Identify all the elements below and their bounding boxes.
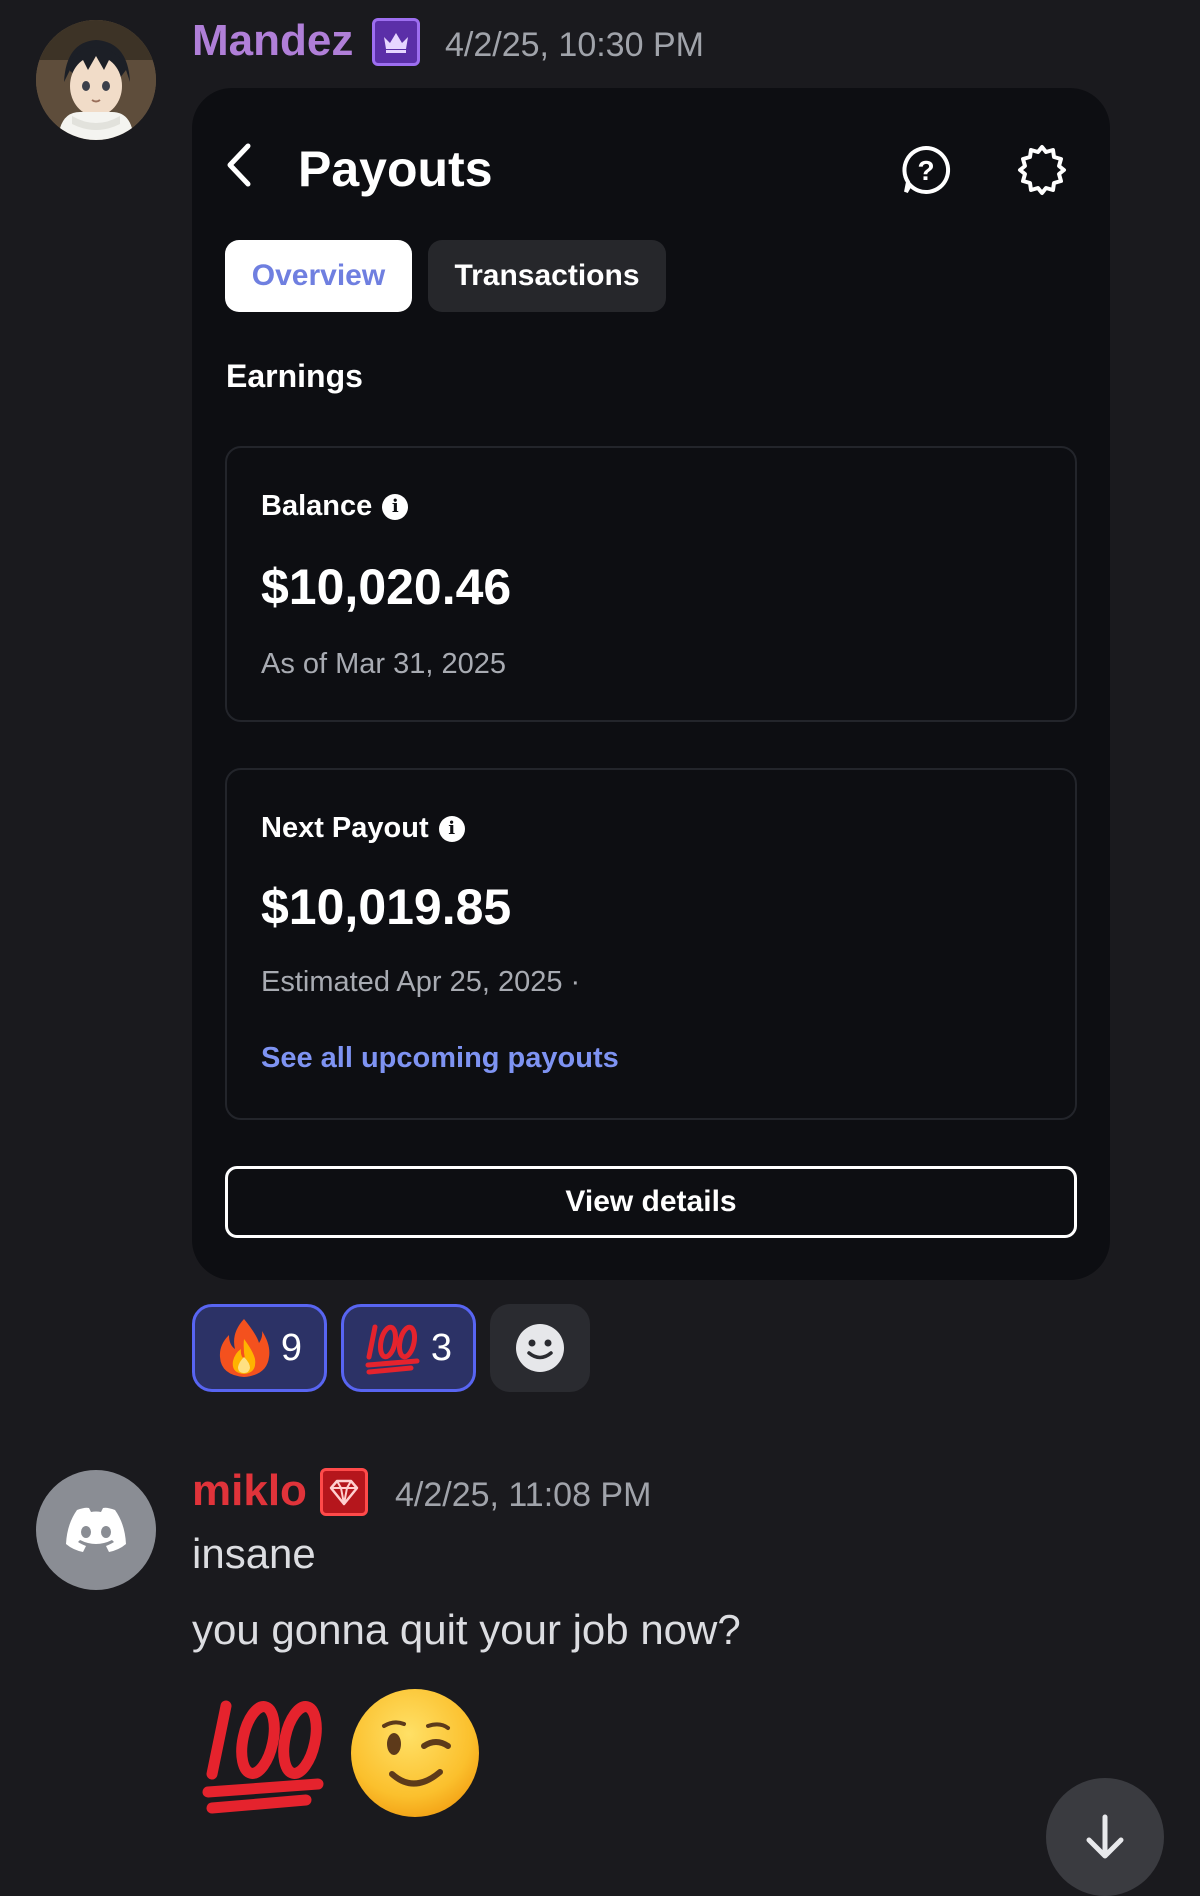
message-text: you gonna quit your job now? (192, 1606, 741, 1653)
balance-label-row: Balance i (261, 490, 409, 523)
reaction-count: 3 (430, 1326, 453, 1369)
arrow-down-icon (1086, 1814, 1124, 1859)
svg-text:?: ? (917, 155, 934, 186)
section-heading: Earnings (226, 358, 363, 394)
balance-date: As of Mar 31, 2025 (261, 648, 507, 680)
next-payout-amount: $10,019.85 (261, 879, 512, 935)
scroll-to-bottom-button[interactable] (1046, 1778, 1164, 1896)
fire-emoji (219, 1319, 270, 1377)
discord-logo-icon (66, 1507, 126, 1552)
info-icon[interactable]: i (382, 493, 409, 520)
hundred-points-emoji (365, 1324, 420, 1375)
crown-icon (372, 18, 420, 66)
avatar-miklo[interactable] (36, 1470, 156, 1590)
reaction-count: 9 (280, 1326, 303, 1369)
next-payout-label-row: Next Payout i (261, 812, 465, 845)
gem-icon (320, 1468, 368, 1516)
hundred-points-emoji (200, 1686, 330, 1816)
tab-overview[interactable]: Overview (225, 240, 412, 312)
tab-transactions[interactable]: Transactions (428, 240, 666, 312)
username[interactable]: Mandez (192, 16, 353, 66)
see-upcoming-payouts-link[interactable]: See all upcoming payouts (261, 1042, 619, 1075)
view-details-button[interactable]: View details (225, 1166, 1077, 1238)
balance-amount: $10,020.46 (261, 559, 512, 615)
avatar-mandez[interactable] (36, 20, 156, 140)
next-payout-card: Next Payout i $10,019.85 Estimated Apr 2… (225, 768, 1077, 1120)
winking-face-emoji (348, 1686, 482, 1820)
balance-label: Balance (261, 490, 373, 522)
reaction-100[interactable]: 3 (341, 1304, 476, 1392)
info-icon[interactable]: i (438, 815, 465, 842)
balance-card: Balance i $10,020.46 As of Mar 31, 2025 (225, 446, 1077, 722)
timestamp: 4/2/25, 10:30 PM (445, 26, 704, 64)
help-icon[interactable]: ? (900, 144, 952, 196)
reaction-fire[interactable]: 9 (192, 1304, 327, 1392)
next-payout-estimate: Estimated Apr 25, 2025 · (261, 966, 581, 998)
back-arrow-icon[interactable] (216, 140, 266, 190)
add-reaction-button[interactable] (490, 1304, 590, 1392)
next-payout-label: Next Payout (261, 812, 429, 844)
payouts-screenshot-card[interactable]: Payouts ? Overview Transactions Earnings… (192, 88, 1110, 1280)
message-text: insane (192, 1530, 316, 1577)
page-title: Payouts (298, 141, 493, 197)
username[interactable]: miklo (192, 1466, 307, 1516)
timestamp: 4/2/25, 11:08 PM (395, 1476, 652, 1514)
avatar-image (36, 20, 156, 140)
gear-icon[interactable] (1016, 144, 1068, 196)
add-reaction-icon (516, 1324, 564, 1372)
